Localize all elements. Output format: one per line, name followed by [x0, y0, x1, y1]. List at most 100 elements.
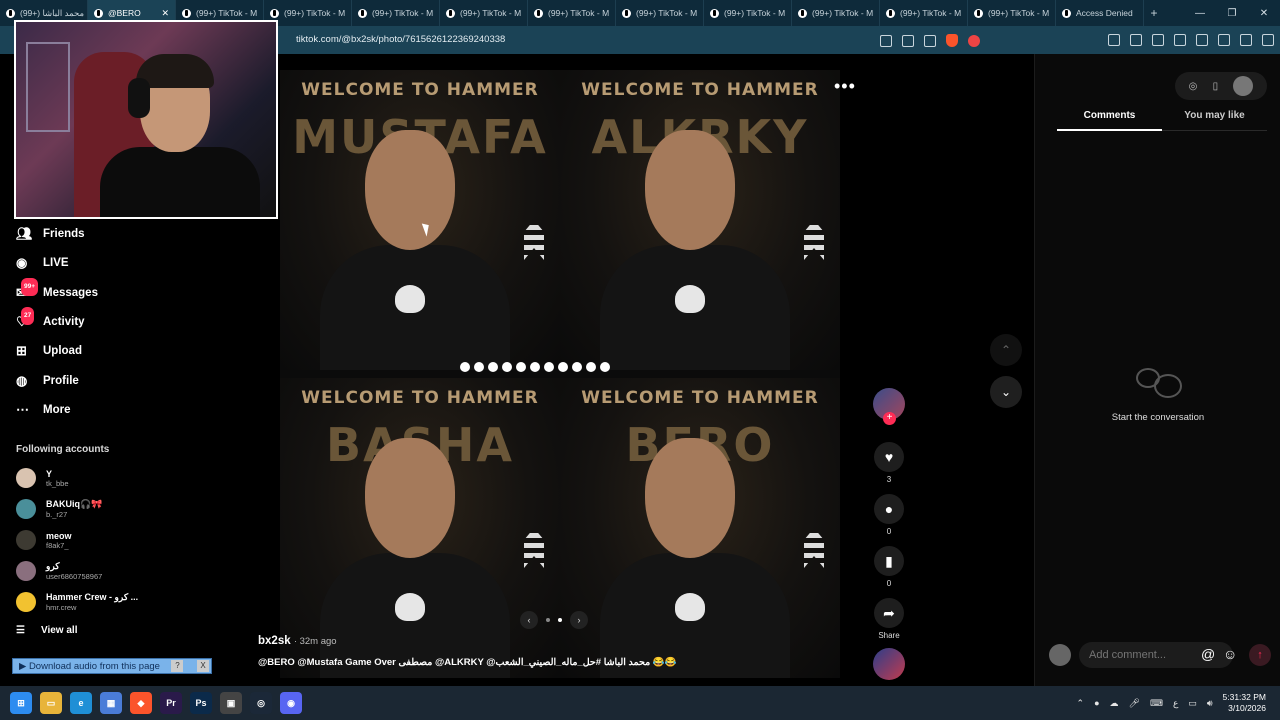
- follow-plus-icon[interactable]: +: [883, 412, 896, 425]
- store-icon[interactable]: ▦: [100, 692, 122, 714]
- windows-start-icon[interactable]: ⊞: [10, 692, 32, 714]
- photo-post[interactable]: WELCOME TO HAMMERMUSTAFAWELCOME TO HAMME…: [280, 70, 840, 678]
- previous-photo-button[interactable]: ‹: [520, 611, 538, 629]
- screenshot-icon[interactable]: [1130, 34, 1142, 46]
- pager-dot-active[interactable]: [558, 618, 562, 622]
- extensions-icon[interactable]: [1108, 34, 1120, 46]
- following-account[interactable]: Ytk_bbe: [16, 468, 69, 488]
- more-options-icon[interactable]: •••: [834, 76, 856, 97]
- share-action[interactable]: ➦ Share: [872, 598, 906, 640]
- sidebar-item-activity[interactable]: ♡27 Activity: [16, 307, 85, 330]
- language-indicator[interactable]: ع: [1173, 698, 1178, 709]
- tab-comments[interactable]: Comments: [1057, 110, 1162, 131]
- comment-icon[interactable]: ●: [874, 494, 904, 524]
- browser-tab[interactable]: (99+) TikTok - M: [880, 0, 968, 26]
- no-camera-icon[interactable]: [880, 34, 892, 47]
- file-explorer-icon[interactable]: ▭: [40, 692, 62, 714]
- like-action[interactable]: ♥ 3: [872, 442, 906, 484]
- brave-icon[interactable]: ◆: [130, 692, 152, 714]
- clock[interactable]: 5:31:32 PM 3/10/2026: [1223, 692, 1266, 714]
- browser-tab[interactable]: (99+) TikTok - M: [704, 0, 792, 26]
- microphone-icon[interactable]: 🎤︎: [1129, 698, 1140, 709]
- photo-dot[interactable]: [572, 362, 582, 372]
- premiere-icon[interactable]: Pr: [160, 692, 182, 714]
- photo-dot[interactable]: [516, 362, 526, 372]
- next-post-button[interactable]: ⌄: [990, 376, 1022, 408]
- leo-ai-icon[interactable]: [1218, 34, 1230, 46]
- onedrive-icon[interactable]: ☁: [1110, 698, 1119, 709]
- network-icon[interactable]: ▭: [1188, 698, 1197, 709]
- avatar[interactable]: [16, 468, 36, 488]
- photo-dot[interactable]: [460, 362, 470, 372]
- photo-dot[interactable]: [600, 362, 610, 372]
- sidebar-item-profile[interactable]: ◍ Profile: [16, 373, 79, 389]
- sidebar-item-live[interactable]: ◉ LIVE: [16, 255, 69, 271]
- browser-tab[interactable]: (99+) TikTok - M: [352, 0, 440, 26]
- download-audio-label[interactable]: ▶ Download audio from this page: [19, 661, 160, 672]
- new-tab-button[interactable]: +: [1144, 6, 1164, 20]
- following-account[interactable]: BAKUiq🎧🎀 b._r27: [16, 499, 102, 519]
- browser-tab[interactable]: (99+) TikTok - M: [440, 0, 528, 26]
- brave-rewards-icon[interactable]: [968, 34, 980, 47]
- creator-avatar[interactable]: +: [872, 388, 906, 425]
- sidebar-item-friends[interactable]: 👥︎ Friends: [16, 226, 85, 242]
- send-comment-button[interactable]: ↑: [1249, 644, 1271, 666]
- sound-disc[interactable]: [872, 648, 906, 680]
- save-action[interactable]: ▮ 0: [872, 546, 906, 588]
- photo-dot[interactable]: [502, 362, 512, 372]
- photoshop-icon[interactable]: Ps: [190, 692, 212, 714]
- previous-post-button[interactable]: ⌃: [990, 334, 1022, 366]
- avatar[interactable]: [16, 530, 36, 550]
- pager-dot[interactable]: [546, 618, 550, 622]
- music-disc-icon[interactable]: [873, 648, 905, 680]
- cast-icon[interactable]: [902, 34, 914, 47]
- wallet-icon[interactable]: [1196, 34, 1208, 46]
- edge-icon[interactable]: e: [70, 692, 92, 714]
- photo-dot[interactable]: [474, 362, 484, 372]
- avatar[interactable]: [16, 561, 36, 581]
- following-account[interactable]: meow f8ak7_: [16, 530, 72, 550]
- post-author[interactable]: bx2sk · 32m ago: [258, 635, 337, 647]
- sidebar-item-more[interactable]: ⋯ More: [16, 402, 70, 418]
- browser-tab[interactable]: (99+) TikTok - M: [968, 0, 1056, 26]
- user-avatar[interactable]: [1233, 76, 1254, 96]
- help-icon[interactable]: ?: [171, 660, 184, 672]
- author-name[interactable]: bx2sk: [258, 635, 291, 647]
- close-window-icon[interactable]: ✕: [1248, 8, 1280, 19]
- minimize-icon[interactable]: —: [1184, 8, 1216, 19]
- photo-dot[interactable]: [544, 362, 554, 372]
- photo-dot[interactable]: [558, 362, 568, 372]
- comment-action[interactable]: ● 0: [872, 494, 906, 536]
- avatar[interactable]: +: [873, 388, 905, 425]
- close-tab-icon[interactable]: ✕: [161, 8, 169, 19]
- brave-shields-icon[interactable]: [946, 34, 958, 47]
- following-account[interactable]: Hammer Crew - كرو ... hmr.crew: [16, 592, 138, 612]
- avatar[interactable]: [16, 592, 36, 612]
- browser-tab[interactable]: (99+) TikTok - M: [792, 0, 880, 26]
- capcut-icon[interactable]: ▣: [220, 692, 242, 714]
- volume-icon[interactable]: 🔊︎: [1207, 698, 1213, 709]
- tray-app-icon[interactable]: ●: [1094, 698, 1099, 708]
- avatar[interactable]: [16, 499, 36, 519]
- discord-icon[interactable]: ◉: [280, 692, 302, 714]
- photo-dot[interactable]: [586, 362, 596, 372]
- sidebar-toggle-icon[interactable]: [1174, 34, 1186, 46]
- browser-tab[interactable]: (99+) TikTok - M: [528, 0, 616, 26]
- sidebar-item-messages[interactable]: ✉99+ Messages: [16, 278, 98, 301]
- download-audio-bar[interactable]: ▶ Download audio from this page ? X: [12, 658, 212, 674]
- steam-icon[interactable]: ◎: [250, 692, 272, 714]
- close-download-bar-icon[interactable]: X: [196, 660, 209, 672]
- emoji-icon[interactable]: ☺: [1223, 646, 1237, 662]
- tray-chevron-icon[interactable]: ⌃: [1077, 698, 1085, 709]
- device-icon[interactable]: ▯: [1213, 81, 1219, 92]
- photo-dot[interactable]: [530, 362, 540, 372]
- following-account[interactable]: كرو user6860758967: [16, 561, 102, 581]
- heart-icon[interactable]: ♥: [874, 442, 904, 472]
- sidebar-item-upload[interactable]: ⊞ Upload: [16, 343, 82, 359]
- share-icon[interactable]: ➦: [874, 598, 904, 628]
- mention-icon[interactable]: @: [1201, 646, 1215, 662]
- url-text[interactable]: tiktok.com/@bx2sk/photo/7615626122369240…: [296, 34, 505, 45]
- vpn-icon[interactable]: [1240, 34, 1252, 46]
- browser-tab[interactable]: (99+) TikTok - M: [616, 0, 704, 26]
- bookmark-icon[interactable]: ▮: [874, 546, 904, 576]
